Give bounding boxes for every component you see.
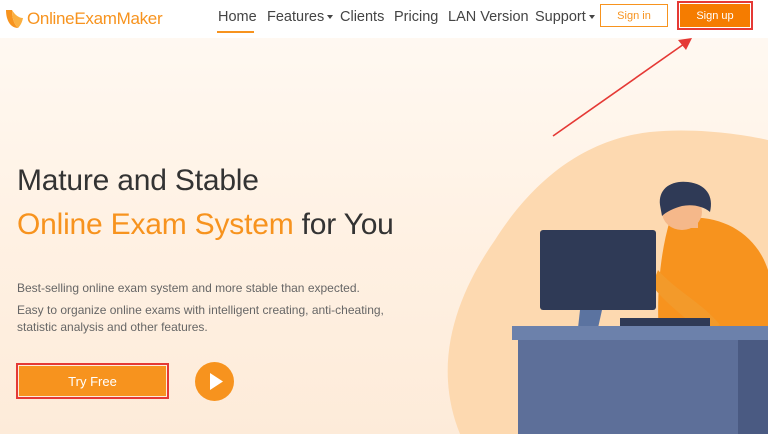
- caret-down-icon: [327, 15, 334, 20]
- monitor-screen: [540, 230, 656, 310]
- nav-home[interactable]: Home: [218, 9, 257, 25]
- desk-front: [518, 340, 738, 434]
- annotation-arrow-head: [678, 38, 692, 50]
- caret-down-icon: [588, 15, 595, 20]
- nav-clients[interactable]: Clients: [340, 9, 384, 25]
- nav-pricing[interactable]: Pricing: [394, 9, 438, 25]
- nav-support[interactable]: Support: [535, 9, 595, 25]
- hero-title-rest: for You: [293, 208, 394, 241]
- hero-title-line2: Online Exam System for You: [17, 208, 394, 242]
- play-video-button[interactable]: [195, 362, 234, 401]
- play-icon: [210, 373, 223, 390]
- site-header: OnlineExamMaker Home Features Clients Pr…: [0, 0, 768, 38]
- hero-paragraph-1: Best-selling online exam system and more…: [17, 281, 360, 295]
- nav-support-label: Support: [535, 9, 586, 25]
- hero-title-accent: Online Exam System: [17, 208, 294, 241]
- nav-lan-version[interactable]: LAN Version: [448, 9, 529, 25]
- keyboard: [620, 318, 710, 326]
- hero-title-line1: Mature and Stable: [17, 164, 259, 197]
- nav-features-label: Features: [267, 9, 325, 25]
- try-free-button[interactable]: Try Free: [19, 366, 166, 396]
- person-at-computer-illustration: [447, 130, 768, 434]
- desk-top: [512, 326, 768, 340]
- sign-up-button[interactable]: Sign up: [680, 4, 750, 27]
- hero-paragraph-2: Easy to organize online exams with intel…: [17, 303, 384, 334]
- monitor-stand: [578, 310, 602, 328]
- sign-in-button[interactable]: Sign in: [600, 4, 668, 27]
- nav-features[interactable]: Features: [267, 9, 334, 25]
- desk-side: [738, 340, 768, 434]
- active-nav-indicator: [217, 31, 254, 33]
